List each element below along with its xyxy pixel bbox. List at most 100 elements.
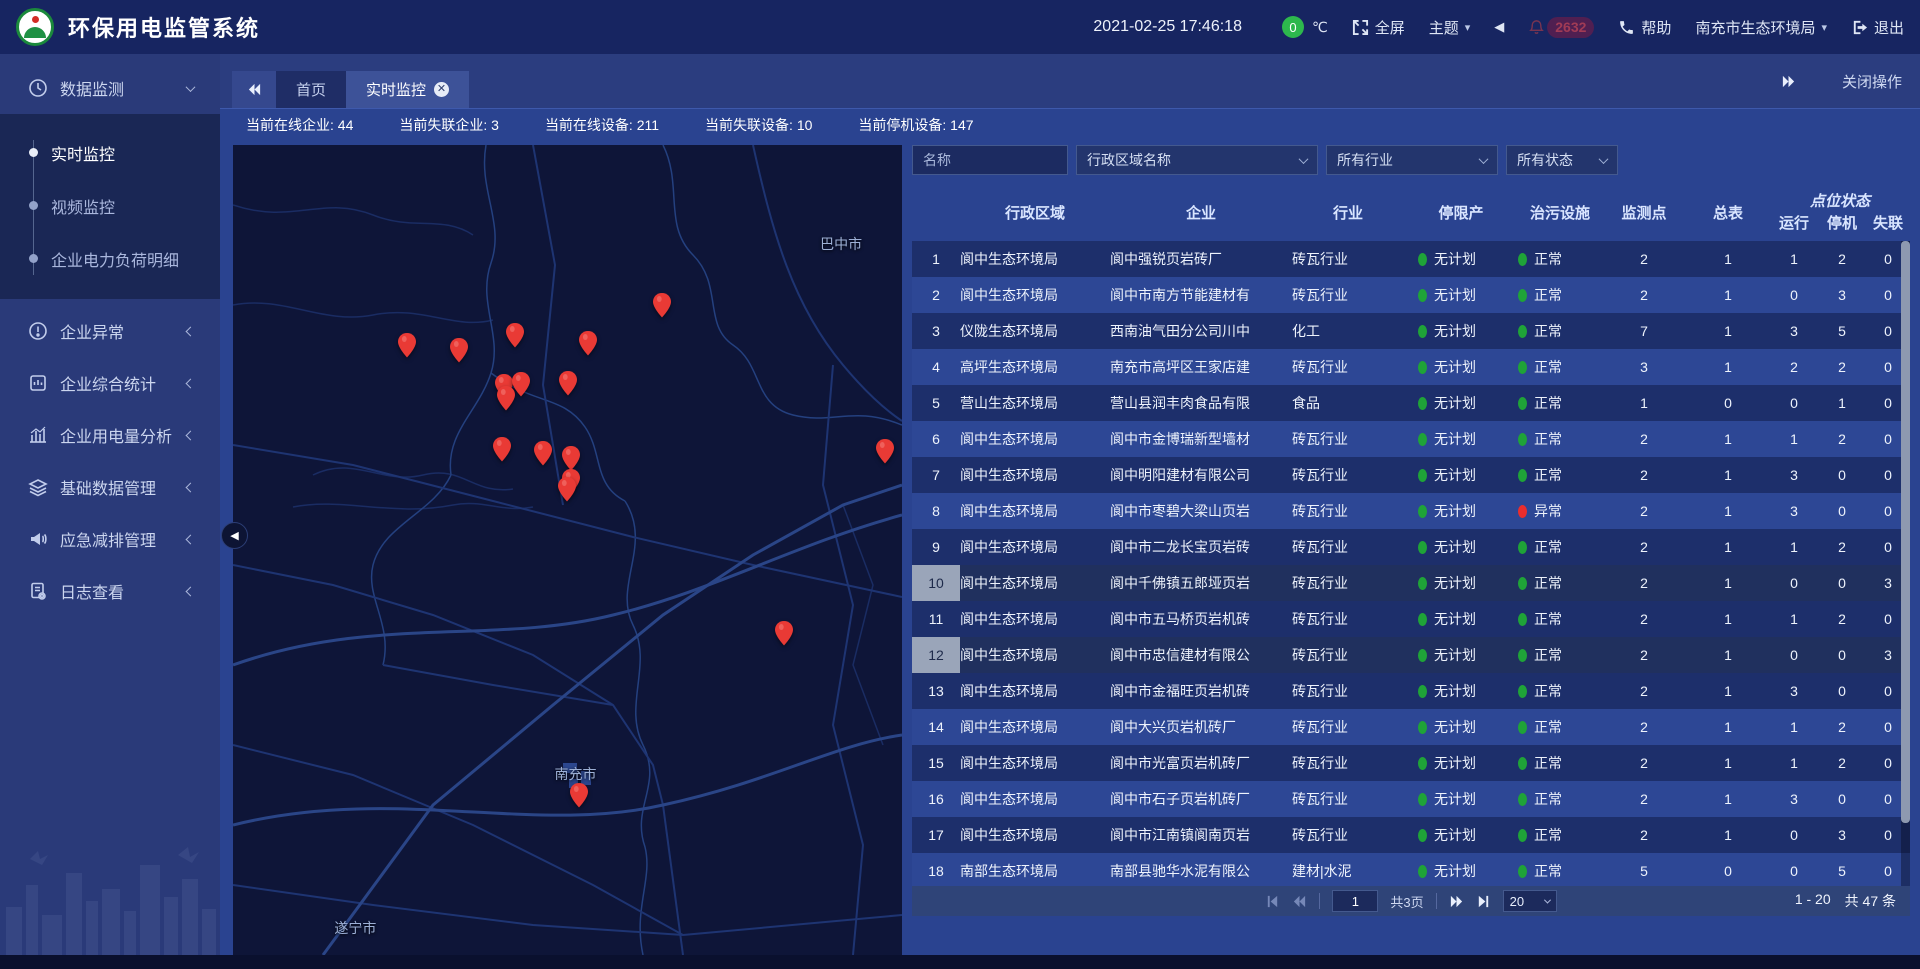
org-menu[interactable]: 南充市生态环境局▾ — [1695, 17, 1827, 38]
map-pin-icon[interactable] — [557, 477, 576, 502]
table-row[interactable]: 7阆中生态环境局阆中明阳建材有限公司砖瓦行业无计划正常21300 — [912, 457, 1910, 493]
table-row[interactable]: 8阆中生态环境局阆中市枣碧大梁山页岩砖瓦行业无计划异常21300 — [912, 493, 1910, 529]
map-pin-icon[interactable] — [569, 783, 588, 808]
map-roads-layer — [233, 145, 902, 955]
tab-实时监控[interactable]: 实时监控✕ — [346, 71, 469, 108]
monitoring-map[interactable]: 巴中市南充市遂宁市 — [233, 145, 902, 955]
map-pin-icon[interactable] — [578, 331, 597, 356]
row-number-cell: 2 — [912, 277, 960, 313]
notifications-button[interactable]: 2632 — [1528, 17, 1594, 38]
sidebar-subitem-企业电力负荷明细[interactable]: 企业电力负荷明细 — [0, 232, 220, 285]
sidebar-item-企业异常[interactable]: 企业异常 — [0, 305, 220, 357]
table-row[interactable]: 9阆中生态环境局阆中市二龙长宝页岩砖砖瓦行业无计划正常21120 — [912, 529, 1910, 565]
map-pin-icon[interactable] — [653, 293, 672, 318]
cell-facility-status: 正常 — [1504, 277, 1602, 313]
map-pin-icon[interactable] — [561, 446, 580, 471]
chevron-down-icon: ▾ — [1821, 21, 1827, 34]
range-label: 1 - 20 — [1795, 891, 1831, 911]
map-pin-icon[interactable] — [496, 386, 515, 411]
status-dot-icon — [1518, 469, 1527, 482]
status-dot-icon — [1418, 505, 1427, 518]
close-operations-button[interactable]: 关闭操作 — [1842, 71, 1902, 92]
sidebar-item-应急减排管理[interactable]: 应急减排管理 — [0, 513, 220, 565]
sidebar-item-基础数据管理[interactable]: 基础数据管理 — [0, 461, 220, 513]
row-number-cell: 4 — [912, 349, 960, 385]
sidebar-item-企业综合统计[interactable]: 企业综合统计 — [0, 357, 220, 409]
cell-monitor-count: 2 — [1602, 601, 1686, 637]
stop-status-label: 无计划 — [1434, 645, 1476, 665]
name-search-input[interactable] — [912, 145, 1068, 175]
map-pin-icon[interactable] — [559, 371, 578, 396]
map-pin-icon[interactable] — [492, 437, 511, 462]
row-number-cell: 1 — [912, 241, 960, 277]
table-row[interactable]: 3仪陇生态环境局西南油气田分公司川中化工无计划正常71350 — [912, 313, 1910, 349]
table-row[interactable]: 18南部生态环境局南部县驰华水泥有限公建材|水泥无计划正常50050 — [912, 853, 1910, 886]
table-row[interactable]: 5营山生态环境局营山县润丰肉食品有限食品无计划正常10010 — [912, 385, 1910, 421]
tab-close-icon[interactable]: ✕ — [434, 82, 449, 97]
sidebar: 数据监测实时监控视频监控企业电力负荷明细企业异常企业综合统计企业用电量分析基础数… — [0, 54, 220, 955]
first-page-button[interactable] — [1265, 894, 1280, 909]
fullscreen-icon — [1352, 19, 1369, 36]
temperature-value: 0 — [1282, 16, 1304, 38]
table-row[interactable]: 6阆中生态环境局阆中市金博瑞新型墙材砖瓦行业无计划正常21120 — [912, 421, 1910, 457]
stop-status-label: 无计划 — [1434, 609, 1476, 629]
table-row[interactable]: 10阆中生态环境局阆中千佛镇五郎垭页岩砖瓦行业无计划正常21003 — [912, 565, 1910, 601]
region-select[interactable]: 行政区域名称 — [1076, 145, 1318, 175]
logout-button[interactable]: 退出 — [1851, 17, 1904, 38]
help-button[interactable]: 帮助 — [1618, 17, 1671, 38]
page-size-select[interactable]: 20 — [1503, 890, 1557, 912]
status-dot-icon — [1518, 649, 1527, 662]
table-row[interactable]: 16阆中生态环境局阆中市石子页岩机砖厂砖瓦行业无计划正常21300 — [912, 781, 1910, 817]
table-scrollbar-track[interactable] — [1901, 241, 1910, 886]
map-pin-icon[interactable] — [506, 323, 525, 348]
row-number: 10 — [912, 565, 960, 601]
table-row[interactable]: 15阆中生态环境局阆中市光富页岩机砖厂砖瓦行业无计划正常21120 — [912, 745, 1910, 781]
tab-首页[interactable]: 首页 — [276, 71, 346, 108]
map-pin-icon[interactable] — [875, 439, 894, 464]
sidebar-collapse-button[interactable]: ◀ — [221, 522, 248, 549]
page-number-input[interactable] — [1332, 890, 1378, 912]
sidebar-item-企业用电量分析[interactable]: 企业用电量分析 — [0, 409, 220, 461]
map-pin-icon[interactable] — [533, 441, 552, 466]
sidebar-subitem-视频监控[interactable]: 视频监控 — [0, 179, 220, 232]
table-row[interactable]: 13阆中生态环境局阆中市金福旺页岩机砖砖瓦行业无计划正常21300 — [912, 673, 1910, 709]
cell-run-count: 0 — [1770, 817, 1818, 853]
map-pin-icon[interactable] — [397, 333, 416, 358]
sidebar-item-数据监测[interactable]: 数据监测 — [0, 62, 220, 114]
table-row[interactable]: 2阆中生态环境局阆中市南方节能建材有砖瓦行业无计划正常21030 — [912, 277, 1910, 313]
map-pin-icon[interactable] — [774, 621, 793, 646]
cell-stopped-count: 3 — [1818, 277, 1866, 313]
table-row[interactable]: 1阆中生态环境局阆中强锐页岩砖厂砖瓦行业无计划正常21120 — [912, 241, 1910, 277]
industry-select[interactable]: 所有行业 — [1326, 145, 1498, 175]
table-row[interactable]: 11阆中生态环境局阆中市五马桥页岩机砖砖瓦行业无计划正常21120 — [912, 601, 1910, 637]
mute-button[interactable]: ◀ — [1494, 19, 1504, 35]
row-number: 6 — [912, 421, 960, 457]
cell-run-count: 3 — [1770, 781, 1818, 817]
status-dot-icon — [1518, 253, 1527, 266]
next-page-button[interactable] — [1449, 894, 1464, 909]
cell-total-meter: 1 — [1686, 601, 1770, 637]
row-number: 1 — [912, 241, 960, 277]
sidebar-subitem-实时监控[interactable]: 实时监控 — [0, 126, 220, 179]
cell-stopped-count: 2 — [1818, 349, 1866, 385]
row-number: 12 — [912, 637, 960, 673]
map-pin-icon[interactable] — [450, 338, 469, 363]
tabs-scroll-left-button[interactable] — [232, 71, 276, 108]
table-row[interactable]: 17阆中生态环境局阆中市江南镇阆南页岩砖瓦行业无计划正常21030 — [912, 817, 1910, 853]
last-page-button[interactable] — [1476, 894, 1491, 909]
theme-menu[interactable]: 主题▾ — [1429, 17, 1471, 38]
table-row[interactable]: 14阆中生态环境局阆中大兴页岩机砖厂砖瓦行业无计划正常21120 — [912, 709, 1910, 745]
sidebar-item-日志查看[interactable]: 日志查看 — [0, 565, 220, 617]
double-chevron-right-icon[interactable] — [1781, 74, 1796, 89]
status-select[interactable]: 所有状态 — [1506, 145, 1618, 175]
cell-industry: 砖瓦行业 — [1292, 781, 1404, 817]
table-scrollbar-thumb[interactable] — [1901, 241, 1910, 823]
prev-page-button[interactable] — [1292, 894, 1307, 909]
table-row[interactable]: 12阆中生态环境局阆中市忠信建材有限公砖瓦行业无计划正常21003 — [912, 637, 1910, 673]
table-row[interactable]: 4高坪生态环境局南充市高坪区王家店建砖瓦行业无计划正常31220 — [912, 349, 1910, 385]
cell-industry: 砖瓦行业 — [1292, 601, 1404, 637]
cell-total-meter: 1 — [1686, 673, 1770, 709]
fullscreen-button[interactable]: 全屏 — [1352, 17, 1405, 38]
speaker-icon: ◀ — [1494, 19, 1504, 35]
cell-region: 阆中生态环境局 — [960, 817, 1110, 853]
